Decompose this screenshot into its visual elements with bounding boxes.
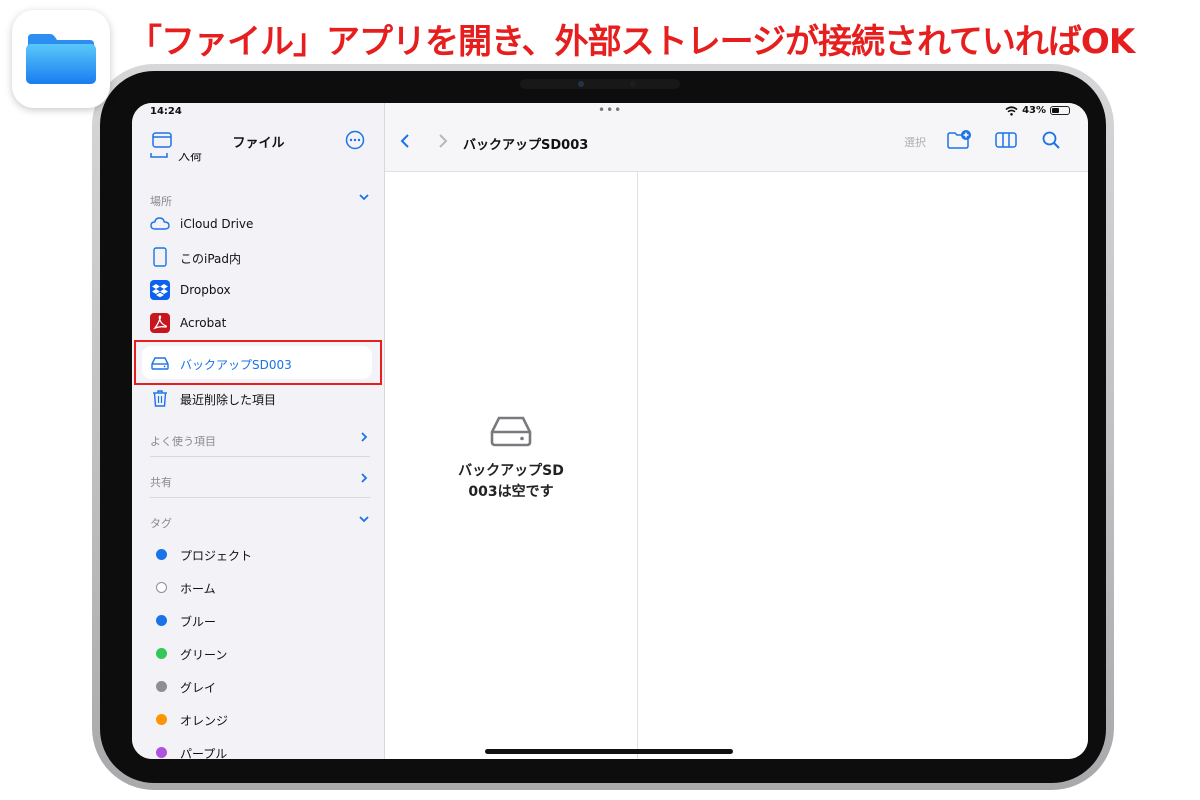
highlight-annotation xyxy=(134,340,382,385)
sidebar-item-acrobat[interactable]: Acrobat xyxy=(142,306,372,339)
section-header-tags[interactable]: タグ xyxy=(150,511,370,533)
ipad-frame: 14:24 ••• 43% ファイル 入荷 場所 iCloud Drive この… xyxy=(92,64,1114,790)
trash-icon xyxy=(150,388,170,408)
chevron-right-icon xyxy=(439,134,448,148)
chevron-down-icon xyxy=(358,513,370,528)
ellipsis-circle-icon xyxy=(345,130,365,150)
sidebar-item-label: ホーム xyxy=(180,582,216,596)
sidebar-more-button[interactable] xyxy=(345,130,365,154)
sidebar-item-partial[interactable]: 入荷 xyxy=(150,153,370,165)
section-divider xyxy=(150,497,370,498)
empty-message-line1: バックアップSD xyxy=(458,463,564,479)
sidebar-item-tag-orange[interactable]: オレンジ xyxy=(142,702,372,735)
back-button[interactable] xyxy=(399,133,411,153)
sidebar-item-icloud-drive[interactable]: iCloud Drive xyxy=(142,207,372,240)
folder-badge-plus-icon xyxy=(947,130,971,149)
tag-color-dot xyxy=(156,615,167,626)
icloud-icon xyxy=(150,214,170,234)
section-divider xyxy=(150,456,370,457)
search-button[interactable] xyxy=(1042,131,1060,153)
camera-lens xyxy=(578,81,584,87)
ipad-icon xyxy=(150,247,170,267)
sensor-dot xyxy=(630,81,636,87)
section-header-shared-label: 共有 xyxy=(150,476,172,489)
sidebar-item-tag-green[interactable]: グリーン xyxy=(142,636,372,669)
chevron-down-icon xyxy=(358,191,370,206)
sidebar-item-label: iCloud Drive xyxy=(180,217,254,231)
tag-color-dot xyxy=(156,681,167,692)
search-icon xyxy=(1042,131,1060,149)
tag-color-dot xyxy=(156,549,167,560)
ipad-bezel: 14:24 ••• 43% ファイル 入荷 場所 iCloud Drive この… xyxy=(100,71,1106,783)
sidebar-item-label: 最近削除した項目 xyxy=(180,393,277,407)
file-browser-content: バックアップSD 003は空です xyxy=(385,172,1088,759)
sidebar-item-this-ipad[interactable]: このiPad内 xyxy=(142,240,372,273)
view-columns-button[interactable] xyxy=(995,132,1017,152)
section-header-tags-label: タグ xyxy=(150,517,172,530)
section-header-shared[interactable]: 共有 xyxy=(150,470,370,492)
sidebar: ファイル 入荷 場所 iCloud Drive このiPad内 Dropbox … xyxy=(132,103,385,759)
sidebar-item-partial-label: 入荷 xyxy=(178,153,203,163)
dropbox-icon xyxy=(150,280,170,300)
tag-color-dot xyxy=(156,747,167,758)
sidebar-item-recently-deleted[interactable]: 最近削除した項目 xyxy=(142,381,372,414)
sidebar-item-tag-blue[interactable]: ブルー xyxy=(142,603,372,636)
sidebar-item-label: プロジェクト xyxy=(180,549,253,563)
sidebar-item-dropbox[interactable]: Dropbox xyxy=(142,273,372,306)
chevron-right-icon xyxy=(358,431,370,446)
sidebar-item-tag-gray[interactable]: グレイ xyxy=(142,669,372,702)
sidebar-item-label: このiPad内 xyxy=(180,252,242,266)
section-header-favorites[interactable]: よく使う項目 xyxy=(150,429,370,451)
sidebar-item-label: グリーン xyxy=(180,648,228,662)
ipad-screen: 14:24 ••• 43% ファイル 入荷 場所 iCloud Drive この… xyxy=(132,103,1088,759)
status-indicators: 43% xyxy=(1005,105,1070,116)
empty-message-line2: 003は空です xyxy=(468,484,554,500)
tag-color-dot xyxy=(156,648,167,659)
wifi-icon xyxy=(1005,105,1018,116)
headline-caption: 「ファイル」アプリを開き、外部ストレージが接続されていればOK xyxy=(128,22,1135,62)
select-button[interactable]: 選択 xyxy=(904,134,926,150)
tray-icon xyxy=(150,153,168,158)
tag-color-dot xyxy=(156,714,167,725)
sidebar-item-tag-home[interactable]: ホーム xyxy=(142,570,372,603)
external-drive-icon xyxy=(489,414,533,452)
status-time: 14:24 xyxy=(150,106,182,117)
files-app-icon xyxy=(12,10,110,108)
empty-folder-message: バックアップSD 003は空です xyxy=(431,461,591,503)
section-header-favorites-label: よく使う項目 xyxy=(150,435,216,448)
sidebar-item-label: ブルー xyxy=(180,615,217,629)
home-indicator[interactable] xyxy=(485,749,733,754)
folder-title: バックアップSD003 xyxy=(463,138,589,153)
tag-color-dot xyxy=(156,582,167,593)
new-folder-button[interactable] xyxy=(946,130,972,154)
column-divider[interactable] xyxy=(637,172,638,759)
camera-bar xyxy=(520,79,680,89)
sidebar-item-label: オレンジ xyxy=(180,714,229,728)
status-bar: 14:24 ••• 43% xyxy=(132,103,1088,121)
columns-icon xyxy=(995,132,1017,148)
chevron-right-icon xyxy=(358,472,370,487)
sidebar-item-label: Dropbox xyxy=(180,283,231,297)
sidebar-item-label: Acrobat xyxy=(180,316,227,330)
battery-icon xyxy=(1050,106,1070,115)
battery-percent: 43% xyxy=(1022,105,1046,116)
multitasking-dots[interactable]: ••• xyxy=(598,103,622,117)
chevron-left-icon xyxy=(400,134,409,148)
battery-level xyxy=(1052,108,1059,113)
forward-button[interactable] xyxy=(437,133,449,153)
sidebar-item-tag-purple[interactable]: パープル xyxy=(142,735,372,759)
sidebar-item-tag-project[interactable]: プロジェクト xyxy=(142,537,372,570)
sidebar-item-label: グレイ xyxy=(180,681,217,695)
sidebar-item-label: パープル xyxy=(180,747,228,759)
acrobat-icon xyxy=(150,313,170,333)
